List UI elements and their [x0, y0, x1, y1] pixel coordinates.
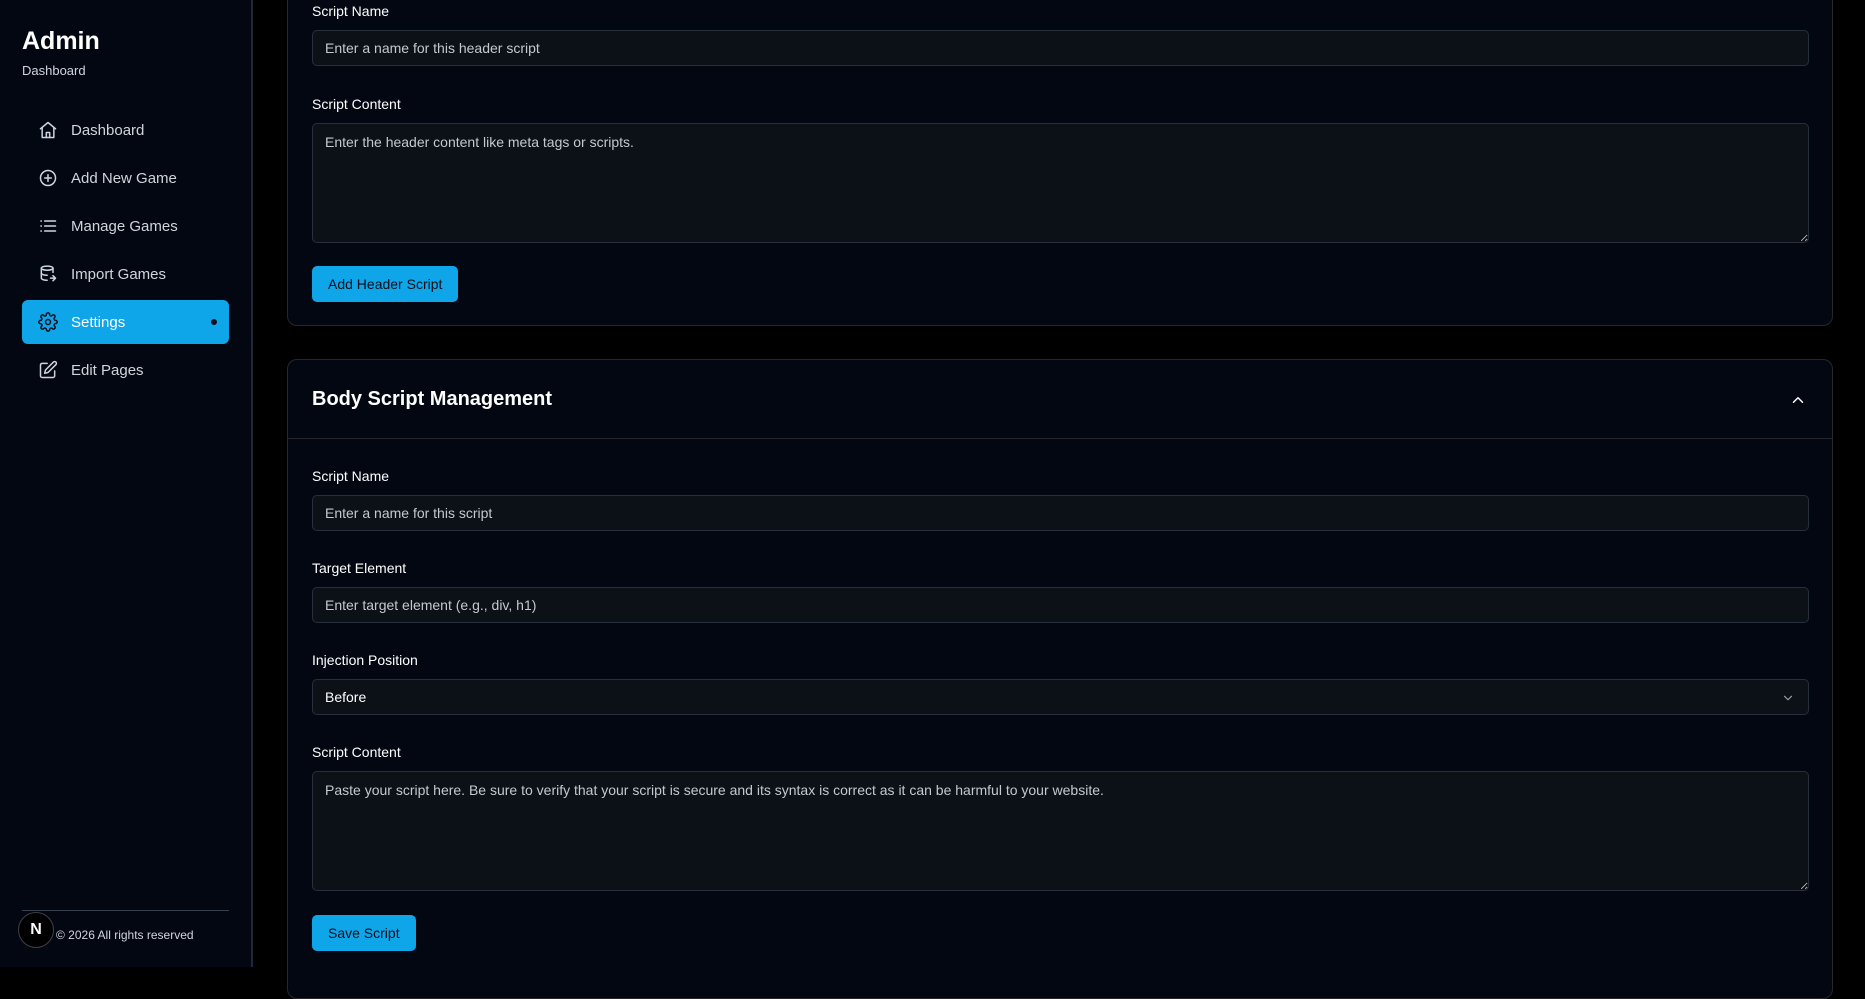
- body-script-name-input[interactable]: [312, 495, 1809, 531]
- sidebar-item-label: Edit Pages: [71, 361, 144, 379]
- injection-position-value: Before: [325, 689, 367, 705]
- active-indicator: [211, 319, 217, 325]
- section-title: Body Script Management: [312, 388, 553, 410]
- home-icon: [38, 120, 58, 140]
- sidebar: Admin Dashboard Dashboard Add New Game M…: [0, 0, 253, 967]
- save-script-button[interactable]: Save Script: [312, 915, 416, 951]
- target-element-input[interactable]: [312, 587, 1809, 623]
- footer-divider: [22, 910, 229, 911]
- edit-icon: [38, 360, 58, 380]
- body-script-name-label: Script Name: [312, 468, 390, 484]
- body-script-content-textarea[interactable]: [312, 771, 1809, 891]
- brand-subtitle: Dashboard: [22, 63, 86, 78]
- sidebar-nav: Dashboard Add New Game Manage Games Impo…: [22, 108, 229, 396]
- sidebar-item-label: Import Games: [71, 265, 167, 283]
- chevron-down-icon: [1780, 690, 1796, 706]
- gear-icon: [38, 312, 58, 332]
- header-script-content-textarea[interactable]: [312, 123, 1809, 243]
- header-script-content-label: Script Content: [312, 96, 401, 112]
- list-icon: [38, 216, 58, 236]
- add-header-script-button[interactable]: Add Header Script: [312, 266, 459, 302]
- sidebar-item-manage-games[interactable]: Manage Games: [22, 204, 229, 248]
- body-script-content-label: Script Content: [312, 744, 401, 760]
- sidebar-item-edit-pages[interactable]: Edit Pages: [22, 348, 229, 392]
- sidebar-item-label: Settings: [71, 313, 126, 331]
- brand-title: Admin: [22, 27, 100, 55]
- sidebar-item-add-new-game[interactable]: Add New Game: [22, 156, 229, 200]
- plus-circle-icon: [38, 168, 58, 188]
- sidebar-item-label: Manage Games: [71, 217, 178, 235]
- section-header: Body Script Management: [288, 360, 1832, 439]
- sidebar-item-label: Add New Game: [71, 169, 177, 187]
- database-import-icon: [38, 264, 58, 284]
- sidebar-item-settings[interactable]: Settings: [22, 300, 229, 344]
- main-content: Script Name Script Content Add Header Sc…: [255, 0, 1865, 999]
- sidebar-item-dashboard[interactable]: Dashboard: [22, 108, 229, 152]
- injection-position-select[interactable]: Before: [312, 679, 1809, 715]
- chevron-up-icon[interactable]: [1788, 390, 1808, 410]
- sidebar-item-label: Dashboard: [71, 121, 145, 139]
- injection-position-label: Injection Position: [312, 652, 418, 668]
- target-element-label: Target Element: [312, 560, 407, 576]
- sidebar-item-import-games[interactable]: Import Games: [22, 252, 229, 296]
- body-script-card: Body Script Management Script Name Targe…: [287, 359, 1833, 999]
- header-script-card: Script Name Script Content Add Header Sc…: [287, 0, 1833, 326]
- header-script-name-input[interactable]: [312, 30, 1809, 66]
- header-script-name-label: Script Name: [312, 3, 390, 19]
- logo-icon[interactable]: N: [18, 912, 54, 948]
- copyright-text: © 2026 All rights reserved: [56, 928, 194, 942]
